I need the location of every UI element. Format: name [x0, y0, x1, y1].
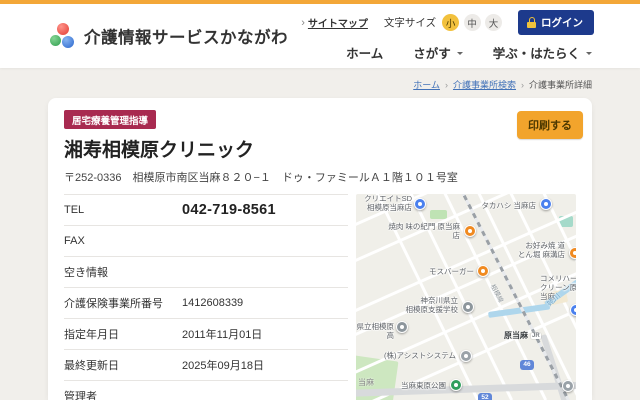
site-header: 介護情報サービスかながわ › サイトマップ 文字サイズ 小 中 大 ログイン ホ…: [0, 4, 640, 68]
table-row: TEL 042-719-8561: [64, 194, 348, 225]
map-place-label[interactable]: モスバーガー: [418, 267, 474, 276]
font-size-options: 小 中 大: [442, 14, 502, 32]
facility-name: 湘寿相模原クリニック: [64, 140, 255, 161]
header-utilities: › サイトマップ 文字サイズ 小 中 大 ログイン: [301, 10, 594, 35]
chevron-down-icon: [456, 51, 463, 58]
row-label: TEL: [64, 204, 85, 216]
chevron-down-icon: [586, 51, 592, 58]
table-row: 最終更新日 2025年09月18日: [64, 349, 348, 380]
map-pin-icon[interactable]: [477, 265, 489, 277]
sitemap-link[interactable]: › サイトマップ: [301, 15, 368, 31]
road-shield: 52: [478, 393, 492, 400]
table-row: 空き情報: [64, 256, 348, 287]
map-pin-icon[interactable]: [540, 198, 552, 210]
logo-icon: [50, 23, 76, 49]
sitemap-label: サイトマップ: [307, 19, 368, 30]
nav-item[interactable]: 学ぶ・はたらく: [493, 43, 592, 62]
row-value: 042-719-8561: [182, 202, 276, 218]
facility-card: 居宅療養管理指導 湘寿相模原クリニック 〒252-0336 相模原市南区当麻８２…: [48, 98, 592, 400]
map-pin-icon[interactable]: [570, 304, 576, 316]
breadcrumb-item[interactable]: 介護事業所検索: [453, 78, 516, 91]
header-right: › サイトマップ 文字サイズ 小 中 大 ログイン ホーム さがす 学ぶ・はたらく: [301, 10, 594, 62]
station-name: 原当麻: [504, 331, 528, 340]
area-label: 当麻: [358, 378, 374, 387]
main-nav: ホーム さがす 学ぶ・はたらく: [346, 43, 594, 62]
map-pin-icon[interactable]: [460, 350, 472, 362]
login-button[interactable]: ログイン: [518, 10, 594, 35]
table-row: 指定年月日 2011年11月01日: [64, 318, 348, 349]
map[interactable]: クリエイトSD 相模原当麻店 タカハシ 当麻店焼肉 味の紀門 原当麻店お好み焼 道…: [356, 194, 576, 400]
map-place-label[interactable]: タカハシ 当麻店: [474, 201, 536, 210]
rail-line-label: 相模線: [488, 283, 505, 304]
font-size-option[interactable]: 中: [463, 14, 481, 31]
font-size-option[interactable]: 大: [485, 14, 502, 31]
map-pin-icon[interactable]: [464, 225, 476, 237]
nav-item[interactable]: ホーム: [346, 43, 383, 62]
login-label: ログイン: [541, 17, 583, 29]
map-pin-icon[interactable]: [396, 321, 408, 333]
row-label: FAX: [64, 235, 85, 247]
row-label: 最終更新日: [64, 360, 119, 372]
row-value: 2025年09月18日: [182, 360, 264, 372]
category-badge: 居宅療養管理指導: [64, 110, 157, 129]
font-size-option[interactable]: 小: [442, 14, 460, 31]
map-pin-icon[interactable]: [414, 198, 426, 210]
breadcrumb-separator: ›: [444, 79, 448, 90]
map-pin-icon[interactable]: [462, 301, 474, 313]
breadcrumb: ホーム › 介護事業所検索 › 介護事業所詳細: [413, 78, 592, 91]
print-button[interactable]: 印刷する: [517, 111, 583, 139]
facility-address: 〒252-0336 相模原市南区当麻８２０−１ ドゥ・ファミールＡ１階１０１号室: [64, 172, 458, 184]
nav-item[interactable]: さがす: [413, 43, 463, 62]
map-place-label[interactable]: 焼肉 味の紀門 原当麻店: [384, 222, 460, 240]
chevron-right-icon: ›: [301, 16, 305, 29]
map-patch: [430, 210, 447, 219]
jr-logo-icon: JR: [531, 332, 541, 339]
station-label[interactable]: 原当麻 JR: [504, 330, 541, 341]
map-pin-icon[interactable]: [450, 379, 462, 391]
table-row: 管理者: [64, 380, 348, 400]
top-accent-bar: [0, 0, 640, 4]
table-row: FAX: [64, 225, 348, 256]
font-size-label: 文字サイズ: [383, 17, 437, 29]
row-value: 1412608339: [182, 297, 244, 309]
row-label: 管理者: [64, 391, 97, 400]
breadcrumb-item[interactable]: ホーム: [413, 78, 440, 91]
content-area: ホーム › 介護事業所検索 › 介護事業所詳細 居宅療養管理指導 湘寿相模原クリニック …: [0, 68, 640, 400]
map-place-label[interactable]: 神奈川県立 相模原支援学校: [398, 296, 459, 314]
row-label: 介護保険事業所番号: [64, 298, 163, 310]
map-place-label[interactable]: (株)アシストシステム: [370, 351, 456, 360]
site-logo[interactable]: 介護情報サービスかながわ: [50, 23, 288, 49]
road-shield: 46: [520, 360, 534, 370]
row-value: 2011年11月01日: [182, 329, 263, 341]
facility-details: TEL 042-719-8561 FAX 空き情報介護保険事業所番号 141260833…: [64, 194, 576, 400]
info-table: TEL 042-719-8561 FAX 空き情報介護保険事業所番号 141260833…: [64, 194, 348, 400]
font-size-control: 文字サイズ 小 中 大: [384, 14, 502, 32]
site-title: 介護情報サービスかながわ: [84, 29, 288, 47]
breadcrumb-separator: ›: [520, 79, 524, 90]
map-place-label[interactable]: 当麻東原公園: [388, 381, 446, 390]
map-place-label[interactable]: クリエイトSD 相模原当麻店: [358, 194, 412, 212]
table-row: 介護保険事業所番号 1412608339: [64, 287, 348, 318]
row-label: 指定年月日: [64, 329, 119, 341]
map-place-label[interactable]: お好み焼 道 とん堀 麻溝店: [512, 241, 565, 259]
map-pin-icon[interactable]: [562, 380, 574, 392]
lock-icon: [527, 17, 536, 28]
map-place-label[interactable]: 県立相模原高: [356, 322, 395, 340]
map-pin-icon[interactable]: [569, 247, 576, 259]
row-label: 空き情報: [64, 267, 108, 279]
breadcrumb-item: 介護事業所詳細: [528, 80, 592, 90]
